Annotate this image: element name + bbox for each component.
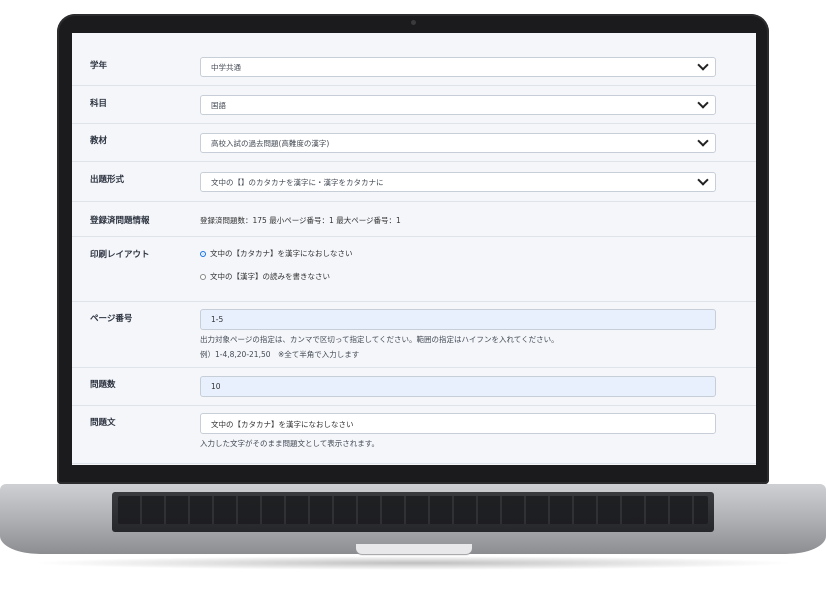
chevron-down-icon xyxy=(697,135,709,147)
format-row: 出題形式 文中の【】のカタカナを漢字に・漢字をカタカナに xyxy=(72,161,756,202)
screen: 学年 中学共通 科目 国語 教材 高校入試の過去問題(高難度の漢字) 出題形式 … xyxy=(72,33,756,465)
material-row: 教材 高校入試の過去問題(高難度の漢字) xyxy=(72,123,756,162)
layout-option-kanji[interactable]: 文中の【漢字】の読みを書きなさい xyxy=(200,271,330,282)
layout-option-label: 文中の【カタカナ】を漢字になおしなさい xyxy=(210,249,353,258)
question-row: 問題文 文中の【カタカナ】を漢字になおしなさい 入力した文字がそのまま問題文とし… xyxy=(72,405,756,464)
chevron-down-icon xyxy=(697,59,709,71)
count-label: 問題数 xyxy=(90,380,116,390)
registered-label: 登録済問題情報 xyxy=(90,216,150,226)
camera-icon xyxy=(411,20,416,25)
layout-option-katakana[interactable]: 文中の【カタカナ】を漢字になおしなさい xyxy=(200,248,353,259)
page-row: ページ番号 1-5 出力対象ページの指定は、カンマで区切って指定してください。範… xyxy=(72,301,756,368)
layout-row: 印刷レイアウト 文中の【カタカナ】を漢字になおしなさい 文中の【漢字】の読みを書… xyxy=(72,236,756,302)
trackpad-notch xyxy=(356,544,472,554)
question-text-input[interactable]: 文中の【カタカナ】を漢字になおしなさい xyxy=(200,413,716,434)
radio-unselected-icon[interactable] xyxy=(200,273,206,280)
count-row: 問題数 10 xyxy=(72,367,756,406)
material-label: 教材 xyxy=(90,136,108,146)
subject-label: 科目 xyxy=(90,99,108,109)
format-select-value: 文中の【】のカタカナを漢字に・漢字をカタカナに xyxy=(211,178,384,187)
subject-select-value: 国語 xyxy=(211,101,226,110)
page-help-text: 出力対象ページの指定は、カンマで区切って指定してください。範囲の指定はハイフンを… xyxy=(200,335,559,344)
layout-option-label: 文中の【漢字】の読みを書きなさい xyxy=(210,272,330,281)
keyboard xyxy=(112,492,714,532)
format-label: 出題形式 xyxy=(90,175,125,185)
chevron-down-icon xyxy=(697,174,709,186)
chevron-down-icon xyxy=(697,97,709,109)
page-example-text: 例）1-4,8,20-21,50 ※全て半角で入力します xyxy=(200,350,360,359)
registered-row: 登録済問題情報 登録済問題数：175 最小ページ番号：1 最大ページ番号：1 xyxy=(72,201,756,237)
page-label: ページ番号 xyxy=(90,314,133,324)
grade-label: 学年 xyxy=(90,61,108,71)
material-select[interactable]: 高校入試の過去問題(高難度の漢字) xyxy=(200,133,716,153)
layout-label: 印刷レイアウト xyxy=(90,250,150,260)
registered-info: 登録済問題数：175 最小ページ番号：1 最大ページ番号：1 xyxy=(200,216,401,225)
grade-select-value: 中学共通 xyxy=(211,63,241,72)
laptop-shadow xyxy=(30,556,796,570)
radio-selected-icon[interactable] xyxy=(200,250,206,257)
question-count-input[interactable]: 10 xyxy=(200,376,716,397)
grade-row: 学年 中学共通 xyxy=(72,33,756,86)
format-select[interactable]: 文中の【】のカタカナを漢字に・漢字をカタカナに xyxy=(200,172,716,192)
subject-select[interactable]: 国語 xyxy=(200,95,716,115)
material-select-value: 高校入試の過去問題(高難度の漢字) xyxy=(211,139,330,148)
grade-select[interactable]: 中学共通 xyxy=(200,57,716,77)
page-number-input[interactable]: 1-5 xyxy=(200,309,716,330)
question-label: 問題文 xyxy=(90,418,116,428)
subject-row: 科目 国語 xyxy=(72,85,756,124)
question-help-text: 入力した文字がそのまま問題文として表示されます。 xyxy=(200,439,380,448)
